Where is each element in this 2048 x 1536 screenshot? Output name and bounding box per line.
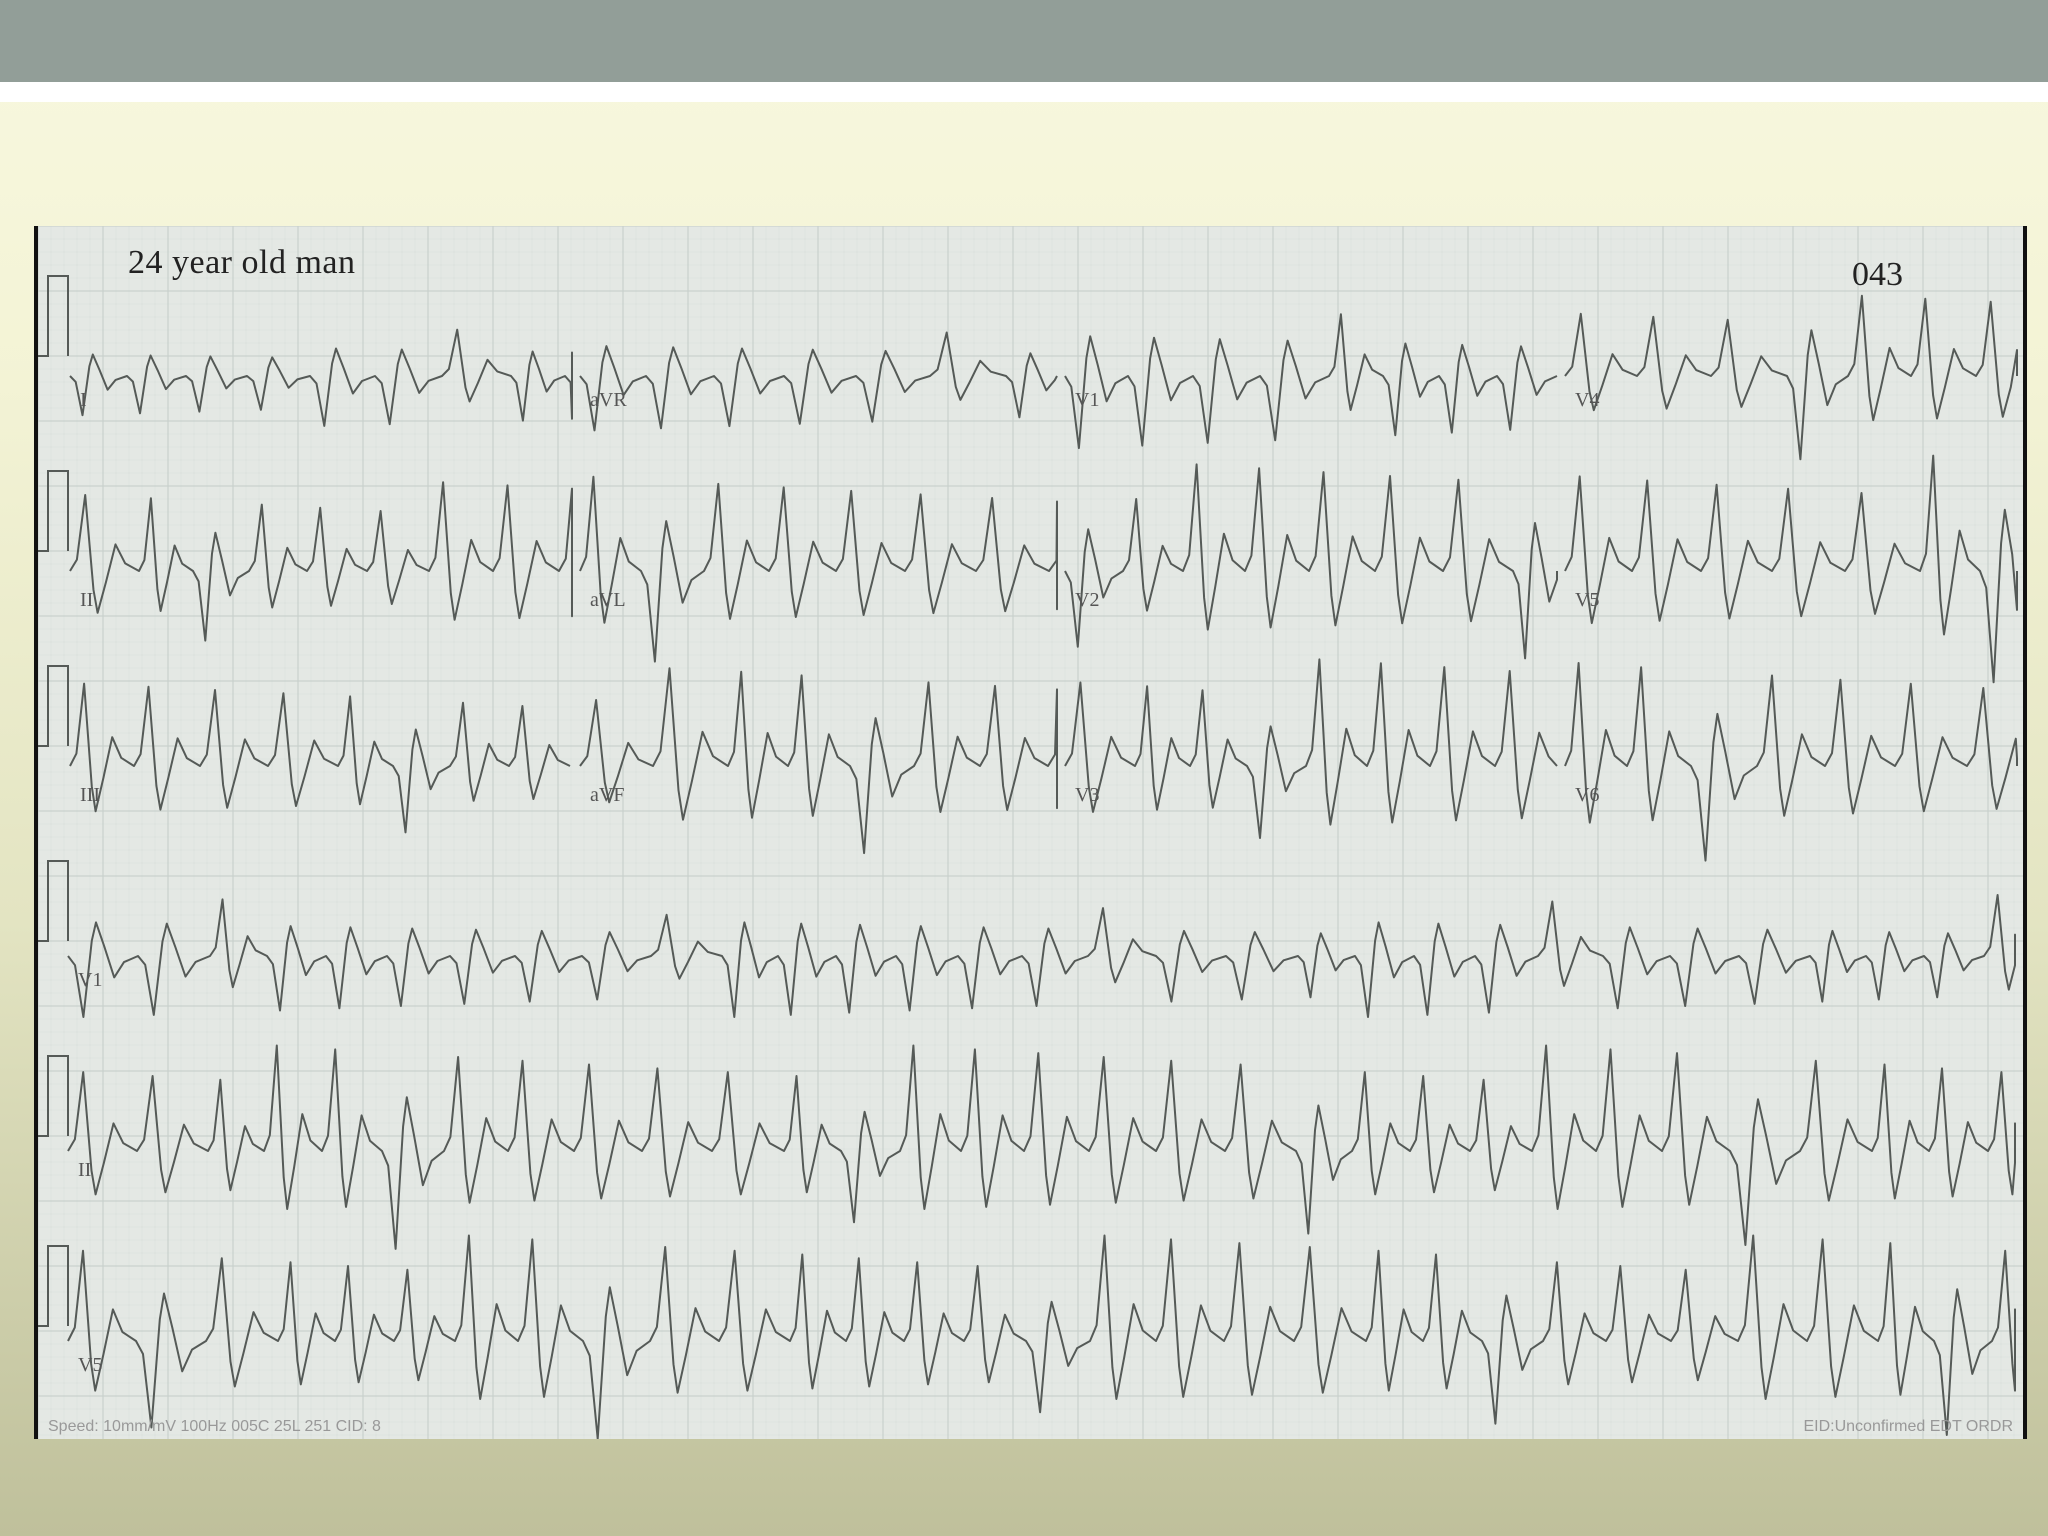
ecg-tracing: IaVR V1 V4 II aVL V2 V5 III aVF V3 V6 V1 II V5 Speed: … <box>38 226 2023 1439</box>
lead-label: aVR <box>590 389 627 411</box>
lead-label: V1 <box>1075 389 1099 411</box>
slide-header-bar <box>0 0 2048 82</box>
lead-label: II <box>80 589 93 611</box>
lead-label: V1 <box>78 969 102 991</box>
ecg-footer-right: EID:Unconfirmed EDT ORDR <box>1803 1418 2013 1435</box>
lead-trace <box>69 481 573 642</box>
lead-label: II <box>78 1159 91 1181</box>
lead-trace <box>1064 463 1558 660</box>
lead-trace <box>69 682 571 834</box>
ecg-footer-left: Speed: 10mm/mV 100Hz 005C 25L 251 CID: 8 <box>48 1418 381 1435</box>
ecg-title: 24 year old man <box>128 244 356 281</box>
slide-header-divider <box>0 82 2048 102</box>
lead-label: V2 <box>1075 589 1099 611</box>
lead-label: III <box>80 784 100 806</box>
ecg-grid <box>38 226 2023 1439</box>
calibration-pulse <box>38 1055 69 1137</box>
calibration-pulse <box>38 275 69 357</box>
lead-trace <box>69 328 573 427</box>
lead-trace <box>1064 313 1558 450</box>
rhythm-strip-trace <box>67 1044 2016 1250</box>
lead-label: aVL <box>590 589 626 611</box>
calibration-pulse <box>38 1245 69 1327</box>
lead-label: V5 <box>1575 589 1599 611</box>
ecg-id: 043 <box>1852 256 1903 293</box>
ecg-image: IaVR V1 V4 II aVL V2 V5 III aVF V3 V6 V1 II V5 Speed: … <box>34 226 2027 1439</box>
lead-label: I <box>80 389 87 411</box>
rhythm-strip-trace <box>67 894 2016 1018</box>
lead-label: V3 <box>1075 784 1099 806</box>
calibration-pulse <box>38 470 69 552</box>
lead-label: V5 <box>78 1354 102 1376</box>
calibration-pulse <box>38 860 69 942</box>
lead-label: aVF <box>590 784 624 806</box>
lead-label: V6 <box>1575 784 1599 806</box>
lead-label: V4 <box>1575 389 1599 411</box>
calibration-pulse <box>38 665 69 747</box>
